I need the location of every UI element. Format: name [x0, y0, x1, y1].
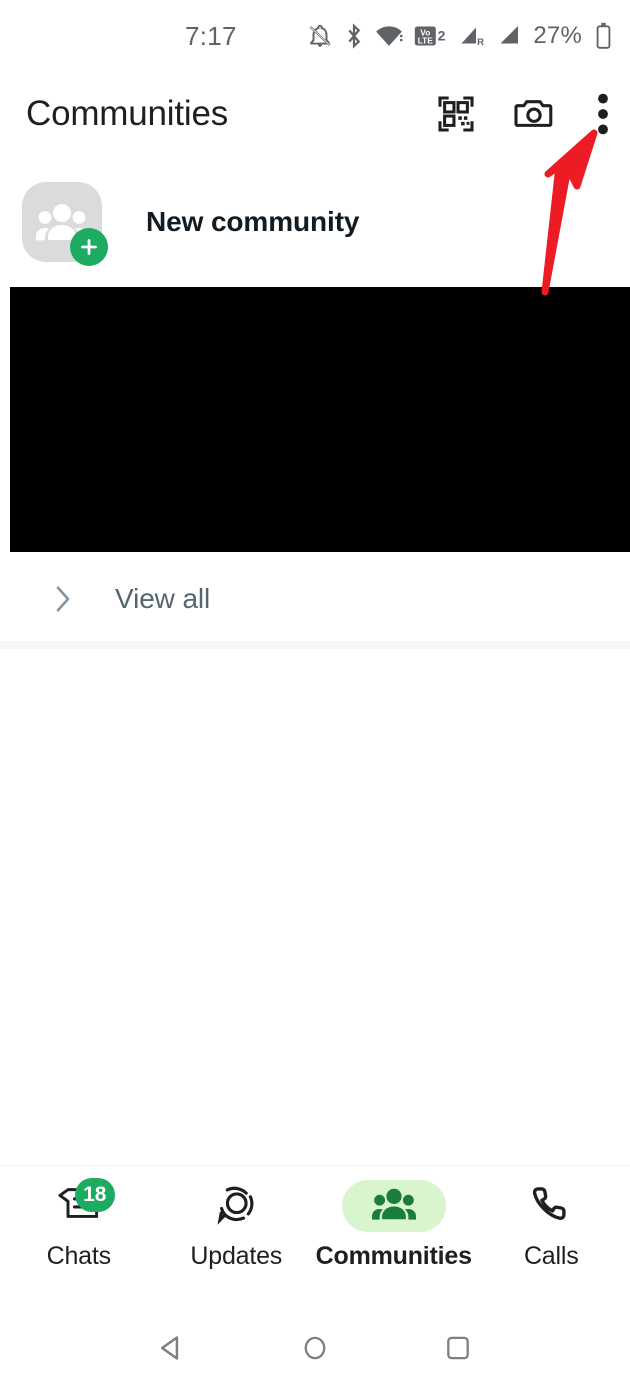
avatar [22, 182, 108, 266]
chats-icon-wrap: 18 [27, 1178, 131, 1232]
nav-label-communities: Communities [315, 1242, 472, 1270]
camera-icon[interactable] [512, 92, 556, 136]
system-navigation-bar [0, 1295, 630, 1400]
signal-icon [498, 23, 522, 49]
wifi-icon [375, 23, 403, 49]
status-bar: 7:17 Vo LTE 2 ʼ R 27% [0, 0, 630, 72]
nav-item-calls[interactable]: Calls [473, 1180, 630, 1271]
svg-text:2: 2 [438, 28, 446, 44]
notifications-silenced-icon [307, 23, 333, 49]
svg-text:LTE: LTE [418, 36, 434, 46]
new-community-row[interactable]: New community [0, 175, 630, 269]
svg-text:ʼ: ʼ [433, 27, 435, 34]
new-community-label: New community [146, 206, 360, 237]
battery-icon [595, 22, 612, 50]
chevron-right-icon [48, 584, 78, 614]
nav-item-communities[interactable]: Communities [315, 1180, 472, 1271]
volte2-icon: Vo LTE 2 ʼ [414, 23, 448, 49]
plus-icon [70, 228, 108, 266]
back-icon[interactable] [142, 1318, 202, 1378]
nav-label-calls: Calls [523, 1242, 579, 1270]
nav-label-chats: Chats [46, 1242, 112, 1270]
status-bar-clock: 7:17 [185, 20, 237, 51]
phone-screen: 7:17 Vo LTE 2 ʼ R 27% Communities New co… [0, 0, 630, 1400]
bottom-navigation-bar: 18 Chats Updates Communities Calls [0, 1165, 630, 1295]
communities-icon-wrap [341, 1180, 446, 1232]
communities-icon [371, 1186, 416, 1227]
status-bar-icons: Vo LTE 2 ʼ R 27% [307, 22, 612, 50]
overflow-menu-icon[interactable] [590, 92, 616, 136]
nav-item-chats[interactable]: 18 Chats [0, 1178, 157, 1271]
app-header: Communities [0, 72, 630, 168]
nav-item-updates[interactable]: Updates [158, 1180, 315, 1271]
chats-badge: 18 [74, 1178, 115, 1212]
communities-empty-area [0, 649, 630, 1195]
view-all-label: View all [115, 583, 211, 614]
signal-roaming-icon: R [459, 23, 487, 49]
qr-code-icon[interactable] [434, 92, 478, 136]
page-title: Communities [26, 94, 229, 133]
bluetooth-icon [344, 23, 364, 49]
redacted-content-block [10, 287, 630, 552]
calls-icon [531, 1184, 571, 1229]
svg-text:R: R [477, 37, 484, 48]
calls-icon-wrap [499, 1180, 603, 1232]
updates-icon-wrap [184, 1180, 288, 1232]
nav-label-updates: Updates [190, 1242, 283, 1270]
view-all-row[interactable]: View all [0, 558, 630, 640]
updates-icon [215, 1183, 257, 1230]
header-actions [434, 92, 616, 136]
recents-icon[interactable] [428, 1318, 488, 1378]
home-icon[interactable] [285, 1318, 345, 1378]
battery-percent-label: 27% [533, 22, 582, 49]
section-divider [0, 641, 630, 649]
